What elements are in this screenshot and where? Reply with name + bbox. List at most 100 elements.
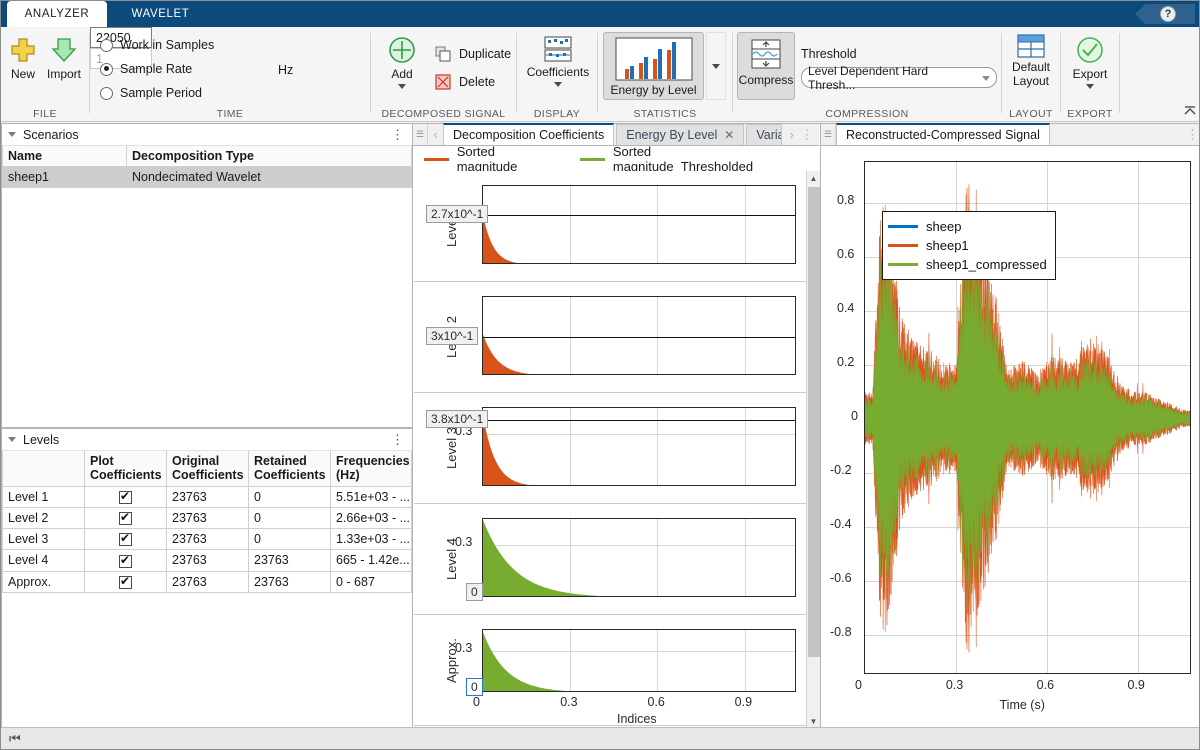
close-icon[interactable]: ✕ [724, 128, 734, 142]
scenarios-panel-header: Scenarios ⋮ [2, 124, 412, 146]
scrollbar-thumb[interactable] [808, 187, 820, 657]
ribbon-group-display: Coefficients DISPLAY [517, 27, 597, 122]
threshold-line[interactable] [483, 215, 796, 216]
export-button[interactable]: Export [1067, 35, 1113, 89]
ribbon-group-file: New Import FILE [1, 27, 89, 122]
add-button[interactable]: Add [379, 35, 425, 89]
subplot-axes[interactable] [482, 407, 796, 486]
checkbox-icon[interactable] [119, 491, 132, 504]
tab-energy-by-level[interactable]: Energy By Level ✕ [616, 124, 744, 145]
import-button[interactable]: Import [43, 35, 85, 81]
subplot-axes[interactable] [482, 296, 796, 375]
energy-by-level-label: Energy by Level [610, 83, 696, 97]
delete-button[interactable]: Delete [434, 73, 495, 91]
radio-sample-period[interactable]: Sample Period [100, 86, 202, 100]
tab-decomposition-coefficients[interactable]: Decomposition Coefficients [443, 123, 614, 145]
coefficients-button-label: Coefficients [527, 65, 589, 79]
signal-legend[interactable]: sheepsheep1sheep1_compressed [882, 211, 1056, 280]
radio-work-in-samples[interactable]: Work in Samples [100, 38, 214, 52]
ribbon-group-decomposed-signal-label: DECOMPOSED SIGNAL [371, 108, 516, 120]
coefficients-button[interactable]: Coefficients [523, 35, 593, 87]
tab-analyzer[interactable]: ANALYZER [7, 1, 107, 27]
checkbox-icon[interactable] [119, 512, 132, 525]
level-plot-checkbox-cell[interactable] [85, 486, 167, 507]
import-button-label: Import [47, 67, 81, 81]
threshold-value-badge[interactable]: 3.8x10^-1 [426, 410, 488, 428]
table-row[interactable]: Level 4 23763 23763 665 - 1.42e... [3, 550, 412, 571]
center-tab-options-icon[interactable]: ⋮ [799, 124, 814, 145]
ribbon-group-compression-label: COMPRESSION [733, 108, 1001, 120]
status-bar: ⏮ [1, 727, 1200, 749]
checkbox-icon[interactable] [119, 533, 132, 546]
y-tick-label: 0.6 [837, 247, 854, 261]
new-button-label: New [11, 67, 35, 81]
level-plot-checkbox-cell[interactable] [85, 507, 167, 528]
scroll-up-icon[interactable]: ▲ [807, 171, 820, 185]
tab-reconstructed-compressed-signal[interactable]: Reconstructed-Compressed Signal [836, 123, 1050, 145]
help-icon: ? [1160, 6, 1176, 22]
threshold-value-badge[interactable]: 2.7x10^-1 [426, 205, 488, 223]
legend-swatch-sheep1 [888, 244, 918, 247]
y-tick-label: -0.4 [830, 517, 852, 531]
statistics-gallery-more-button[interactable] [706, 32, 726, 100]
add-dropdown-icon[interactable] [398, 84, 406, 89]
subplot-axes[interactable] [482, 518, 796, 597]
center-tab-grip[interactable]: ☰ [413, 124, 428, 145]
table-row[interactable]: Level 2 23763 0 2.66e+03 - ... [3, 507, 412, 528]
collapse-triangle-icon[interactable] [8, 132, 16, 137]
threshold-value-badge[interactable]: 0 [466, 678, 483, 696]
center-tab-scroll-left[interactable]: ‹ [428, 124, 443, 145]
right-tab-options-icon[interactable]: ⋮ [1185, 124, 1200, 145]
energy-by-level-button[interactable]: Energy by Level [603, 32, 704, 100]
x-tick-label: 0.3 [560, 695, 577, 709]
sorted-magnitude-area [483, 630, 796, 692]
levels-options-icon[interactable]: ⋮ [391, 436, 404, 444]
y-tick-label: -0.2 [830, 463, 852, 477]
ribbon-group-compression: Compress Threshold Level Dependent Hard … [733, 27, 1001, 122]
levels-col-blank [3, 451, 85, 486]
skip-to-start-icon[interactable]: ⏮ [9, 731, 21, 747]
radio-sample-rate[interactable]: Sample Rate [100, 62, 192, 76]
center-vertical-scrollbar[interactable]: ▲ ▼ [806, 171, 820, 728]
tab-wavelet[interactable]: WAVELET [113, 1, 208, 27]
scroll-down-icon[interactable]: ▼ [807, 714, 820, 728]
table-row[interactable]: Approx. 23763 23763 0 - 687 [3, 571, 412, 592]
threshold-select[interactable]: Level Dependent Hard Thresh... [801, 67, 997, 88]
threshold-value-badge[interactable]: 0 [466, 583, 483, 601]
subplot-axes[interactable] [482, 629, 796, 692]
x-tick-label: 0.3 [946, 678, 963, 692]
table-row[interactable]: Level 1 23763 0 5.51e+03 - ... [3, 486, 412, 507]
right-tab-grip[interactable]: ☰ [821, 124, 836, 145]
checkbox-icon[interactable] [119, 555, 132, 568]
coefficients-dropdown-icon[interactable] [554, 82, 562, 87]
reconstructed-compressed-signal-panel: ☰ Reconstructed-Compressed Signal ⋮ -0.8… [821, 123, 1200, 729]
default-layout-button[interactable]: Default Layout [1006, 33, 1056, 89]
level-plot-checkbox-cell[interactable] [85, 529, 167, 550]
tab-variance[interactable]: Varia [746, 124, 782, 145]
new-button[interactable]: New [5, 35, 41, 81]
y-tick-label: 0.4 [837, 301, 854, 315]
threshold-value-badge[interactable]: 3x10^-1 [426, 327, 478, 345]
level-plot-checkbox-cell[interactable] [85, 571, 167, 592]
table-row[interactable]: Level 3 23763 0 1.33e+03 - ... [3, 529, 412, 550]
help-button[interactable]: ? [1135, 4, 1195, 24]
threshold-line[interactable] [483, 420, 796, 421]
levels-title: Levels [23, 433, 59, 447]
checkbox-icon[interactable] [119, 576, 132, 589]
threshold-line[interactable] [483, 337, 796, 338]
scenarios-options-icon[interactable]: ⋮ [391, 131, 404, 139]
level-retained: 0 [249, 507, 331, 528]
ribbon-toolbar: New Import FILE Work in Samples Sample R… [1, 27, 1200, 122]
layout-grid-icon [1016, 33, 1046, 59]
center-tab-scroll-right[interactable]: › [784, 124, 799, 145]
duplicate-button[interactable]: Duplicate [434, 45, 511, 63]
x-tick-label: 0 [473, 695, 480, 709]
collapse-ribbon-button[interactable] [1183, 105, 1197, 120]
export-dropdown-icon[interactable] [1086, 84, 1094, 89]
subplot-axes[interactable] [482, 185, 796, 264]
compress-button[interactable]: Compress [737, 32, 795, 100]
table-row[interactable]: sheep1 Nondecimated Wavelet [3, 167, 412, 188]
levels-collapse-triangle-icon[interactable] [8, 437, 16, 442]
help-icon-glyph: ? [1165, 8, 1172, 20]
level-plot-checkbox-cell[interactable] [85, 550, 167, 571]
